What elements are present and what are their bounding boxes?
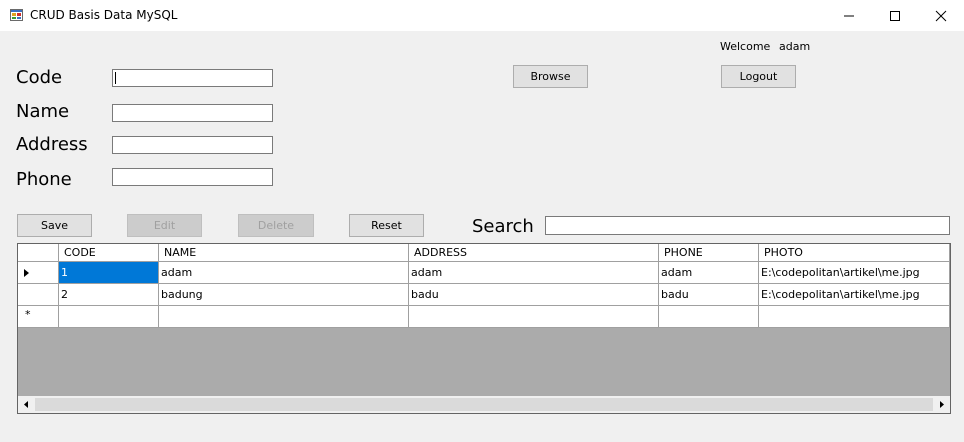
username-label: adam [779,40,811,53]
minimize-button[interactable] [826,0,872,31]
search-label: Search [472,216,534,237]
table-cell-code[interactable]: 2 [59,284,159,306]
browse-button[interactable]: Browse [513,65,588,88]
text-caret [115,72,116,84]
scroll-left-button[interactable] [18,396,35,413]
current-row-arrow-icon [24,269,29,277]
scrollbar-thumb[interactable] [35,398,933,411]
name-input[interactable] [112,104,273,122]
name-label: Name [16,101,70,122]
edit-button[interactable]: Edit [127,214,202,237]
window-title: CRUD Basis Data MySQL [30,8,178,22]
horizontal-scrollbar[interactable] [18,396,950,413]
table-cell-photo[interactable]: E:\codepolitan\artikel\me.jpg [759,284,950,306]
table-cell-address[interactable]: adam [409,262,659,284]
data-grid[interactable]: CODE NAME ADDRESS PHONE PHOTO 1 adam ada… [17,243,951,414]
column-header-address[interactable]: ADDRESS [409,244,659,262]
app-icon [10,9,23,21]
code-label: Code [16,67,63,88]
column-header-photo[interactable]: PHOTO [759,244,950,262]
address-label: Address [16,134,88,155]
logout-button[interactable]: Logout [721,65,796,88]
reset-button[interactable]: Reset [349,214,424,237]
new-row-cell-name[interactable] [159,306,409,328]
new-row-cell-phone[interactable] [659,306,759,328]
new-row-marker: * [25,308,31,321]
table-cell-code[interactable]: 1 [59,262,159,284]
maximize-button[interactable] [872,0,918,31]
table-cell-name[interactable]: adam [159,262,409,284]
row-header[interactable] [18,262,59,284]
column-header-name[interactable]: NAME [159,244,409,262]
row-header[interactable] [18,284,59,306]
table-cell-phone[interactable]: badu [659,284,759,306]
close-button[interactable] [918,0,964,31]
scroll-right-icon [940,401,944,408]
table-cell-address[interactable]: badu [409,284,659,306]
close-icon [935,10,947,22]
table-cell-phone[interactable]: adam [659,262,759,284]
title-bar[interactable]: CRUD Basis Data MySQL [0,0,964,31]
delete-button[interactable]: Delete [238,214,314,237]
new-row-header[interactable]: * [18,306,59,328]
welcome-label: Welcome [720,40,771,53]
save-button[interactable]: Save [17,214,92,237]
grid-corner-header[interactable] [18,244,59,262]
minimize-icon [844,15,854,17]
scroll-right-button[interactable] [933,396,950,413]
code-input[interactable] [112,69,273,87]
phone-label: Phone [16,169,72,190]
phone-input[interactable] [112,168,273,186]
new-row-cell-address[interactable] [409,306,659,328]
column-header-code[interactable]: CODE [59,244,159,262]
table-cell-name[interactable]: badung [159,284,409,306]
table-cell-photo[interactable]: E:\codepolitan\artikel\me.jpg [759,262,950,284]
address-input[interactable] [112,136,273,154]
maximize-icon [890,11,900,21]
new-row-cell-code[interactable] [59,306,159,328]
search-input[interactable] [545,216,950,235]
new-row-cell-photo[interactable] [759,306,950,328]
column-header-phone[interactable]: PHONE [659,244,759,262]
scroll-left-icon [24,401,28,408]
